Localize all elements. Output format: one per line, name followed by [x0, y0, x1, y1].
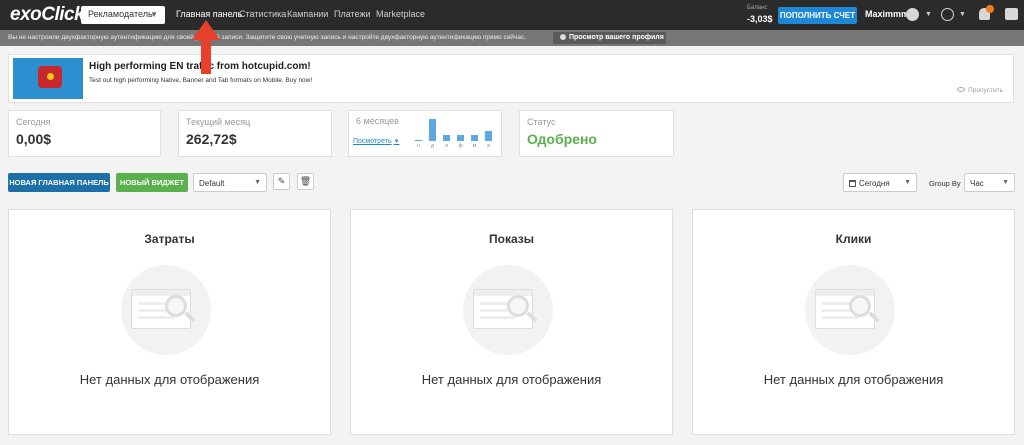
mini-chart-bar — [485, 131, 492, 141]
stat-card-today: Сегодня 0,00$ — [8, 110, 161, 157]
balance-value: -3,03$ — [747, 14, 773, 24]
dashboard-select[interactable]: Default ▼ — [193, 173, 267, 192]
stat-card-month: Текущий месяц 262,72$ — [178, 110, 332, 157]
delete-dashboard-button[interactable]: 🗑 — [297, 173, 314, 190]
skip-ad-label: Пропустить — [968, 87, 1003, 94]
top-navbar: exoClick Рекламодатель ▼ Главная панель … — [0, 0, 1024, 30]
date-range-value: Сегодня — [859, 179, 890, 188]
view-link-label: Посмотреть — [353, 138, 392, 145]
mini-chart-bar — [443, 135, 450, 141]
user-icon[interactable] — [906, 8, 919, 21]
role-select-value: Рекламодатель — [88, 9, 153, 19]
twofa-warning-bar: Вы не настроили двухфакторную аутентифик… — [0, 30, 1024, 46]
widget-title: Показы — [489, 232, 534, 246]
group-by-value: Час — [970, 179, 984, 188]
annotation-arrow — [192, 20, 220, 74]
mini-chart-bar — [415, 140, 422, 141]
balance-label: Баланс — [747, 5, 768, 11]
notification-badge — [986, 5, 994, 13]
chat-icon[interactable] — [1005, 8, 1018, 20]
stat-label: 6 месяцев — [356, 116, 399, 126]
eye-icon — [560, 34, 566, 40]
nav-campaigns[interactable]: Кампании — [287, 9, 328, 19]
mini-chart-month-label: я — [445, 143, 448, 149]
no-data-illustration — [121, 265, 221, 355]
mini-chart-bar — [457, 135, 464, 141]
chevron-down-icon: ▼ — [150, 10, 158, 19]
chevron-down-icon: ▼ — [1002, 179, 1009, 186]
pencil-icon: ✎ — [277, 176, 286, 186]
new-widget-button[interactable]: НОВЫЙ ВИДЖЕТ — [116, 173, 188, 192]
eye-slash-icon — [957, 87, 966, 92]
chevron-down-icon: ▼ — [393, 139, 400, 145]
nav-dashboard[interactable]: Главная панель — [176, 9, 242, 19]
mini-chart-bar — [429, 119, 436, 141]
stat-label: Статус — [527, 117, 556, 127]
role-select[interactable]: Рекламодатель ▼ — [81, 6, 165, 24]
mini-chart-month-label: ф — [458, 143, 463, 149]
ad-banner[interactable]: High performing EN traffic from hotcupid… — [8, 54, 1014, 103]
mini-chart-bar — [471, 135, 478, 141]
stat-card-status: Статус Одобрено — [519, 110, 674, 157]
trash-icon: 🗑 — [299, 176, 312, 186]
ad-image[interactable] — [13, 58, 83, 99]
calendar-icon — [849, 180, 856, 187]
date-range-select[interactable]: Сегодня ▼ — [843, 173, 917, 192]
mini-chart-month-label: д — [431, 143, 434, 149]
nav-statistics[interactable]: Статистика — [239, 9, 286, 19]
chevron-down-icon: ▼ — [254, 179, 261, 186]
topup-button[interactable]: ПОПОЛНИТЬ СЧЕТ — [778, 7, 857, 24]
group-by-select[interactable]: Час ▼ — [964, 173, 1015, 192]
six-months-mini-chart: ндяфма — [411, 117, 493, 149]
mini-chart-month-label: н — [417, 143, 420, 149]
view-profile-label: Просмотр вашего профиля — [569, 34, 664, 41]
view-profile-button[interactable]: Просмотр вашего профиля — [553, 32, 666, 44]
new-dashboard-button[interactable]: НОВАЯ ГЛАВНАЯ ПАНЕЛЬ — [8, 173, 110, 192]
widget-spend: Затраты Нет данных для отображения — [8, 209, 331, 435]
status-value: Одобрено — [527, 131, 597, 147]
no-data-illustration — [463, 265, 563, 355]
widget-title: Затраты — [144, 232, 195, 246]
skip-ad-link[interactable]: Пропустить — [957, 87, 1003, 94]
edit-dashboard-button[interactable]: ✎ — [273, 173, 290, 190]
group-by-label: Group By — [929, 179, 961, 188]
chevron-down-icon[interactable]: ▼ — [959, 11, 966, 18]
ad-description: Test out high performing Native, Banner … — [89, 77, 313, 84]
view-six-months-link[interactable]: Посмотреть ▼ — [353, 138, 400, 145]
no-data-message: Нет данных для отображения — [79, 372, 260, 387]
stat-label: Сегодня — [16, 117, 51, 127]
nav-payments[interactable]: Платежи — [334, 9, 371, 19]
no-data-illustration — [805, 265, 905, 355]
nav-marketplace[interactable]: Marketplace — [376, 9, 425, 19]
widget-title: Клики — [835, 232, 872, 246]
chevron-down-icon[interactable]: ▼ — [925, 11, 932, 18]
twofa-warning-text: Вы не настроили двухфакторную аутентифик… — [8, 34, 527, 41]
stat-card-six-months: 6 месяцев Посмотреть ▼ н д я ф м а — [348, 110, 502, 157]
stat-value: 262,72$ — [186, 131, 237, 147]
stat-label: Текущий месяц — [186, 117, 251, 127]
widget-impressions: Показы Нет данных для отображения — [350, 209, 673, 435]
dashboard-select-value: Default — [199, 179, 225, 188]
no-data-message: Нет данных для отображения — [763, 372, 944, 387]
globe-icon[interactable] — [941, 8, 954, 21]
widget-clicks: Клики Нет данных для отображения — [692, 209, 1015, 435]
stat-value: 0,00$ — [16, 131, 52, 147]
chevron-down-icon: ▼ — [904, 179, 911, 186]
mini-chart-month-label: м — [472, 143, 477, 149]
exoclick-logo[interactable]: exoClick — [10, 4, 85, 26]
no-data-message: Нет данных для отображения — [421, 372, 602, 387]
mini-chart-month-label: а — [487, 143, 490, 149]
